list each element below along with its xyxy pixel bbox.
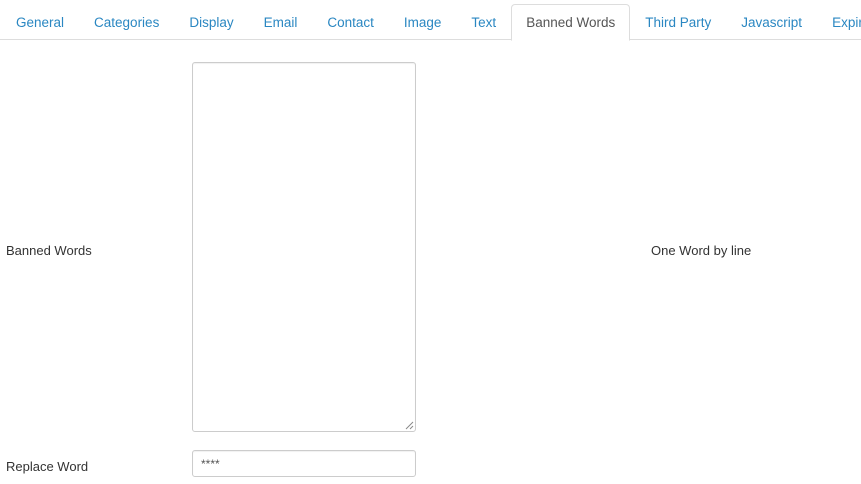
- tab-banned-words[interactable]: Banned Words: [511, 4, 631, 41]
- tab-third-party[interactable]: Third Party: [630, 4, 726, 40]
- tab-expiration[interactable]: Expiration: [817, 4, 861, 40]
- banned-words-textarea[interactable]: [192, 62, 416, 432]
- banned-words-hint: One Word by line: [651, 243, 752, 258]
- replace-word-input[interactable]: [192, 450, 416, 477]
- tab-javascript[interactable]: Javascript: [726, 4, 817, 40]
- tab-email[interactable]: Email: [249, 4, 313, 40]
- resize-grip-icon[interactable]: [405, 421, 414, 430]
- tab-text[interactable]: Text: [456, 4, 511, 40]
- tab-general[interactable]: General: [1, 4, 79, 40]
- banned-words-settings-page: General Categories Display Email Contact…: [0, 0, 861, 484]
- banned-words-label: Banned Words: [6, 243, 92, 258]
- tab-categories[interactable]: Categories: [79, 4, 174, 40]
- tab-contact[interactable]: Contact: [312, 4, 389, 40]
- replace-word-label: Replace Word: [6, 459, 89, 474]
- tab-image[interactable]: Image: [389, 4, 457, 40]
- settings-tabs: General Categories Display Email Contact…: [0, 0, 861, 41]
- tab-display[interactable]: Display: [174, 4, 248, 40]
